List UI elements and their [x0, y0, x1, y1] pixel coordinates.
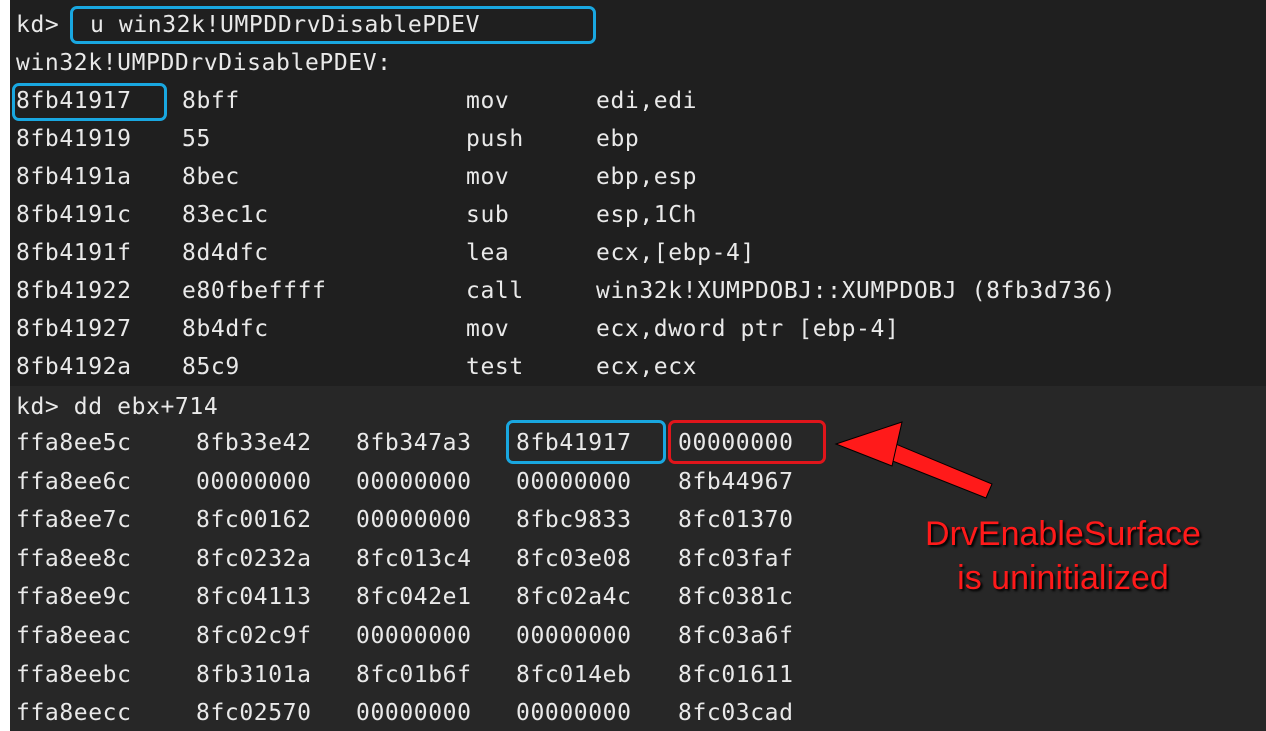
callout-arrow	[834, 421, 993, 499]
annotation-text: DrvEnableSurface is uninitialized	[878, 512, 1248, 600]
annotation-line-1: DrvEnableSurface	[925, 515, 1201, 553]
annotation-line-2: is uninitialized	[957, 559, 1169, 597]
